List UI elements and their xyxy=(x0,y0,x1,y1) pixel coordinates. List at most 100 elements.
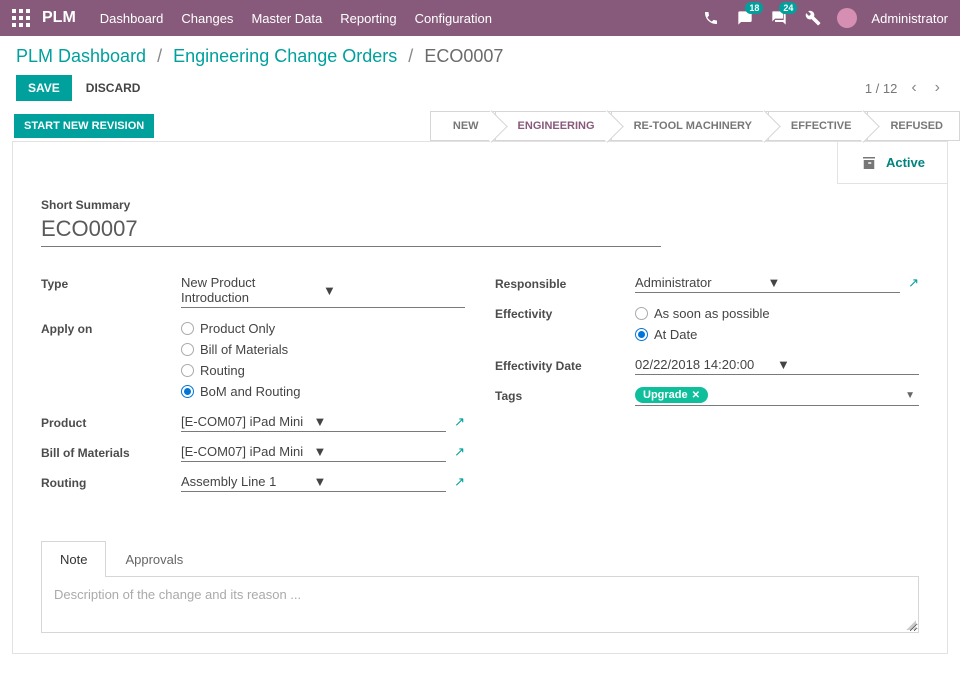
nav-configuration[interactable]: Configuration xyxy=(415,11,492,26)
breadcrumb-sep: / xyxy=(157,46,162,66)
statusbar: NEWENGINEERINGRE-TOOL MACHINERYEFFECTIVE… xyxy=(430,111,960,141)
radio-label: Product Only xyxy=(200,321,275,336)
effectivity-label: Effectivity xyxy=(495,303,635,321)
status-step-new[interactable]: NEW xyxy=(430,111,496,141)
responsible-value: Administrator xyxy=(635,275,764,290)
bom-label: Bill of Materials xyxy=(41,442,181,460)
messages-icon[interactable]: 18 xyxy=(735,8,755,28)
breadcrumb-root[interactable]: PLM Dashboard xyxy=(16,46,146,66)
responsible-select[interactable]: Administrator ▼ xyxy=(635,273,900,293)
type-select[interactable]: New Product Introduction ▼ xyxy=(181,273,465,308)
tabs: NoteApprovals xyxy=(41,540,919,577)
breadcrumb-row: PLM Dashboard / Engineering Change Order… xyxy=(0,36,960,71)
actions-row: SAVE DISCARD 1 / 12 ‹ › xyxy=(0,71,960,111)
radio-label: As soon as possible xyxy=(654,306,770,321)
nav-dashboard[interactable]: Dashboard xyxy=(100,11,164,26)
status-step-effective[interactable]: EFFECTIVE xyxy=(769,111,869,141)
chevron-down-icon: ▼ xyxy=(310,444,447,459)
topbar-right: 18 24 Administrator xyxy=(701,8,948,28)
status-step-re-tool-machinery[interactable]: RE-TOOL MACHINERY xyxy=(612,111,769,141)
pager-prev[interactable]: ‹ xyxy=(907,77,920,99)
messages-badge: 18 xyxy=(745,2,763,14)
apply-on-option[interactable]: Bill of Materials xyxy=(181,339,465,360)
archive-icon xyxy=(860,154,878,172)
routing-value: Assembly Line 1 xyxy=(181,474,310,489)
radio-label: At Date xyxy=(654,327,697,342)
effectivity-option[interactable]: As soon as possible xyxy=(635,303,919,324)
external-link-icon[interactable]: ↗ xyxy=(454,414,465,430)
start-new-revision-button[interactable]: START NEW REVISION xyxy=(14,114,154,138)
tag-pill: Upgrade ✕ xyxy=(635,387,708,403)
tags-field[interactable]: Upgrade ✕ ▼ xyxy=(635,385,919,406)
responsible-label: Responsible xyxy=(495,273,635,291)
sheet: Active Short Summary Type New Product In… xyxy=(12,141,948,654)
nav-master-data[interactable]: Master Data xyxy=(251,11,322,26)
chevron-down-icon: ▼ xyxy=(764,275,901,290)
radio-icon xyxy=(181,364,194,377)
col-left: Type New Product Introduction ▼ Apply on… xyxy=(41,273,465,502)
radio-icon xyxy=(181,343,194,356)
breadcrumb-sep: / xyxy=(408,46,413,66)
radio-icon xyxy=(635,328,648,341)
pager: 1 / 12 ‹ › xyxy=(865,77,944,99)
product-select[interactable]: [E-COM07] iPad Mini ▼ xyxy=(181,412,446,432)
effectivity-option[interactable]: At Date xyxy=(635,324,919,345)
discard-button[interactable]: DISCARD xyxy=(86,81,141,95)
active-toggle[interactable]: Active xyxy=(837,142,947,184)
short-summary-input[interactable] xyxy=(41,212,661,247)
external-link-icon[interactable]: ↗ xyxy=(454,444,465,460)
active-label: Active xyxy=(886,155,925,170)
radio-icon xyxy=(181,322,194,335)
chat-icon[interactable]: 24 xyxy=(769,8,789,28)
nav-reporting[interactable]: Reporting xyxy=(340,11,396,26)
nav-changes[interactable]: Changes xyxy=(181,11,233,26)
radio-label: BoM and Routing xyxy=(200,384,300,399)
type-label: Type xyxy=(41,273,181,291)
tags-label: Tags xyxy=(495,385,635,403)
radio-icon xyxy=(181,385,194,398)
effectivity-date-input[interactable]: 02/22/2018 14:20:00 ▼ xyxy=(635,355,919,375)
chevron-down-icon: ▼ xyxy=(319,283,465,298)
external-link-icon[interactable]: ↗ xyxy=(908,275,919,291)
breadcrumb-mid[interactable]: Engineering Change Orders xyxy=(173,46,397,66)
radio-icon xyxy=(635,307,648,320)
tools-icon[interactable] xyxy=(803,8,823,28)
avatar[interactable] xyxy=(837,8,857,28)
sheet-wrap: Active Short Summary Type New Product In… xyxy=(0,141,960,674)
radio-label: Bill of Materials xyxy=(200,342,288,357)
apply-on-option[interactable]: BoM and Routing xyxy=(181,381,465,402)
bom-select[interactable]: [E-COM07] iPad Mini ▼ xyxy=(181,442,446,462)
breadcrumb: PLM Dashboard / Engineering Change Order… xyxy=(16,46,503,67)
effectivity-date-label: Effectivity Date xyxy=(495,355,635,373)
form-columns: Type New Product Introduction ▼ Apply on… xyxy=(41,273,919,502)
topbar: PLM Dashboard Changes Master Data Report… xyxy=(0,0,960,36)
app-brand: PLM xyxy=(42,9,76,27)
phone-icon[interactable] xyxy=(701,8,721,28)
chevron-down-icon: ▼ xyxy=(310,414,447,429)
apps-grid-icon[interactable] xyxy=(12,9,30,27)
tab-note[interactable]: Note xyxy=(41,541,106,577)
status-step-refused[interactable]: REFUSED xyxy=(868,111,960,141)
routing-select[interactable]: Assembly Line 1 ▼ xyxy=(181,472,446,492)
topnav: Dashboard Changes Master Data Reporting … xyxy=(100,11,492,26)
effectivity-group: As soon as possible At Date xyxy=(635,303,919,345)
tag-text: Upgrade xyxy=(643,389,688,401)
short-summary-label: Short Summary xyxy=(41,198,919,212)
apply-on-label: Apply on xyxy=(41,318,181,336)
tab-approvals[interactable]: Approvals xyxy=(106,541,202,577)
chevron-down-icon: ▼ xyxy=(773,357,919,372)
product-label: Product xyxy=(41,412,181,430)
sheet-inner: Short Summary Type New Product Introduct… xyxy=(13,142,947,512)
product-value: [E-COM07] iPad Mini xyxy=(181,414,310,429)
chat-badge: 24 xyxy=(779,2,797,14)
apply-on-option[interactable]: Routing xyxy=(181,360,465,381)
status-step-engineering[interactable]: ENGINEERING xyxy=(496,111,612,141)
save-button[interactable]: SAVE xyxy=(16,75,72,101)
apply-on-option[interactable]: Product Only xyxy=(181,318,465,339)
tag-remove-icon[interactable]: ✕ xyxy=(692,390,700,401)
chevron-down-icon: ▼ xyxy=(310,474,447,489)
user-label[interactable]: Administrator xyxy=(871,11,948,26)
note-textarea[interactable]: Description of the change and its reason… xyxy=(41,577,919,633)
pager-next[interactable]: › xyxy=(931,77,944,99)
external-link-icon[interactable]: ↗ xyxy=(454,474,465,490)
